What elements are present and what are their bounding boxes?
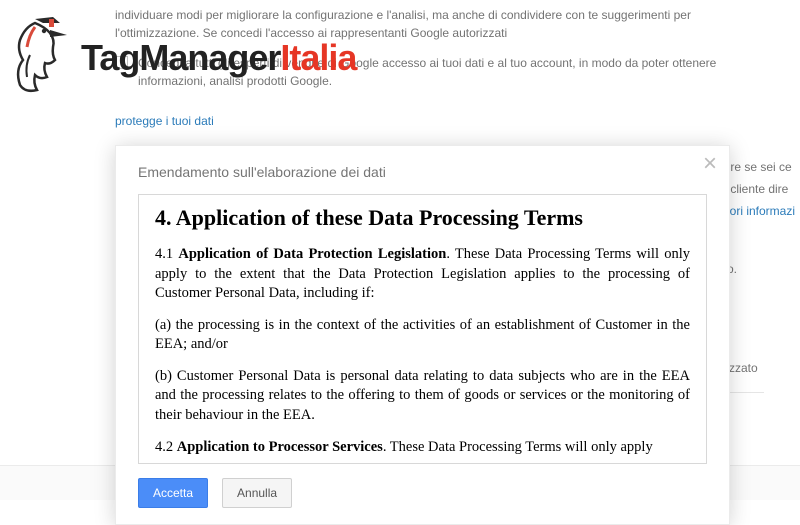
- accept-button[interactable]: Accetta: [138, 478, 208, 508]
- modal-body-scroll[interactable]: 4. Application of these Data Processing …: [138, 194, 707, 464]
- logo-text: TagManagerItalia: [81, 37, 356, 79]
- terms-paragraph: 4.1 Application of Data Protection Legis…: [155, 245, 690, 304]
- brand-logo: TagManagerItalia: [5, 15, 356, 100]
- modal-footer: Accetta Annulla: [138, 464, 707, 508]
- cancel-button[interactable]: Annulla: [222, 478, 292, 508]
- terms-paragraph: 4.2 Application to Processor Services. T…: [155, 438, 690, 458]
- terms-paragraph: (b) Customer Personal Data is personal d…: [155, 367, 690, 426]
- terms-paragraph: (a) the processing is in the context of …: [155, 316, 690, 355]
- close-icon[interactable]: ×: [703, 152, 717, 176]
- woodpecker-icon: [5, 15, 75, 100]
- data-processing-modal: × Emendamento sull'elaborazione dei dati…: [115, 145, 730, 525]
- modal-title: Emendamento sull'elaborazione dei dati: [138, 164, 707, 180]
- terms-heading: 4. Application of these Data Processing …: [155, 205, 690, 231]
